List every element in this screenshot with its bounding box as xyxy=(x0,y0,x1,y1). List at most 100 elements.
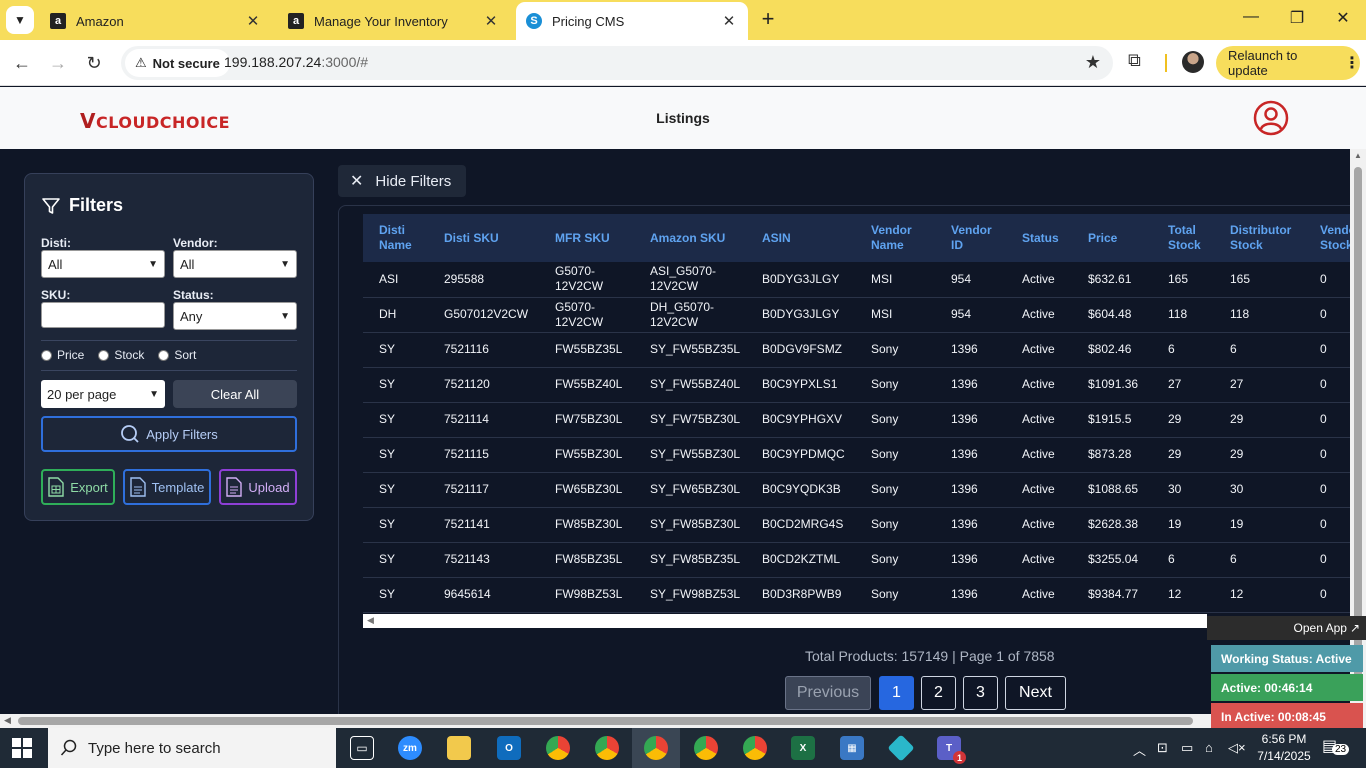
table-row[interactable]: ASI 295588 G5070-12V2CW ASI_G5070-12V2CW B0D… xyxy=(363,262,1350,297)
column-header[interactable]: Price xyxy=(1072,214,1152,262)
teams-app-icon[interactable]: T1 xyxy=(937,736,966,764)
chrome-app-icon[interactable] xyxy=(694,736,718,760)
radio-price[interactable]: Price xyxy=(41,348,84,362)
notification-center-icon[interactable]: ▤ 23 xyxy=(1322,736,1352,758)
tray-camera-icon[interactable]: ⊡ xyxy=(1157,740,1168,756)
table-cell: 30 xyxy=(1168,482,1182,496)
chrome-app-icon[interactable] xyxy=(546,736,570,760)
tray-chevron-up-icon[interactable]: ︿ xyxy=(1133,740,1146,759)
profile-avatar[interactable] xyxy=(1182,51,1204,73)
table-row[interactable]: SY 7521115 FW55BZ30L SY_FW55BZ30L B0C9YPDMQC… xyxy=(363,437,1350,472)
clear-all-button[interactable]: Clear All xyxy=(173,380,297,408)
column-header[interactable]: MFR SKU xyxy=(539,214,634,262)
page-2-button[interactable]: 2 xyxy=(921,676,956,710)
status-select[interactable]: Any ▼ xyxy=(173,302,297,330)
app-diamond-icon[interactable] xyxy=(887,734,915,762)
listings-table-scroll[interactable]: Disti Name Disti SKU MFR SKU Amazon SKU … xyxy=(363,214,1350,614)
column-header[interactable]: Total Stock xyxy=(1152,214,1214,262)
radio-stock-label: Stock xyxy=(114,348,145,362)
address-bar[interactable]: ⚠ Not secure 199.188.207.24:3000/# ★ xyxy=(121,46,1113,80)
next-page-button[interactable]: Next xyxy=(1005,676,1066,710)
window-close-icon[interactable]: ✕ xyxy=(1328,8,1358,28)
radio-circle[interactable] xyxy=(98,349,110,361)
windows-start-icon[interactable] xyxy=(12,738,32,758)
table-row[interactable]: SY 9645614 FW98BZ53L SY_FW98BZ53L B0D3R8PWB9… xyxy=(363,577,1350,612)
column-header[interactable]: Vendor ID xyxy=(935,214,1006,262)
table-row[interactable]: SY 7521143 FW85BZ35L SY_FW85BZ35L B0CD2KZTML… xyxy=(363,542,1350,577)
chrome-app-icon[interactable] xyxy=(743,736,767,760)
table-cell: 0 xyxy=(1320,342,1327,356)
table-row[interactable]: SY 7521114 FW75BZ30L SY_FW75BZ30L B0C9YPHGXV… xyxy=(363,402,1350,437)
template-button[interactable]: Template xyxy=(123,469,211,505)
radio-circle[interactable] xyxy=(158,349,170,361)
restore-icon[interactable]: ❐ xyxy=(1282,8,1312,28)
calculator-app-icon[interactable]: ▦ xyxy=(840,736,864,760)
radio-circle[interactable] xyxy=(41,349,52,361)
column-header[interactable]: Vendor Name xyxy=(855,214,935,262)
taskbar-search-input[interactable]: Type here to search xyxy=(48,728,336,768)
apply-filters-button[interactable]: Apply Filters xyxy=(41,416,297,452)
column-header[interactable]: Disti SKU xyxy=(428,214,539,262)
relaunch-to-update-button[interactable]: Relaunch to update ⋮ xyxy=(1216,46,1360,80)
scroll-left-arrow-icon[interactable]: ◀ xyxy=(367,615,374,626)
new-tab-plus-icon[interactable]: + xyxy=(758,8,778,30)
reload-icon[interactable]: ↻ xyxy=(81,51,107,75)
excel-app-icon[interactable]: X xyxy=(791,736,815,760)
column-header[interactable]: Amazon SKU xyxy=(634,214,746,262)
extensions-puzzle-icon[interactable]: ⧉ xyxy=(1128,50,1141,71)
chrome-app-icon[interactable] xyxy=(595,736,619,760)
previous-page-button[interactable]: Previous xyxy=(785,676,871,710)
bookmark-star-icon[interactable]: ★ xyxy=(1085,52,1101,73)
page-3-button[interactable]: 3 xyxy=(963,676,998,710)
zoom-app-icon[interactable]: zm xyxy=(398,736,422,760)
table-row[interactable]: DH G507012V2CW G5070-12V2CW DH_G5070-12V2CW… xyxy=(363,297,1350,332)
forward-arrow-icon[interactable]: → xyxy=(45,51,71,75)
network-icon[interactable]: ⌂ xyxy=(1205,740,1213,755)
table-row[interactable]: SY 7521120 FW55BZ40L SY_FW55BZ40L B0C9YPXLS1… xyxy=(363,367,1350,402)
open-app-button[interactable]: Open App ↗ xyxy=(1207,616,1366,640)
file-explorer-icon[interactable] xyxy=(447,736,471,760)
vendor-select[interactable]: All ▼ xyxy=(173,250,297,278)
radio-stock[interactable]: Stock xyxy=(98,348,144,362)
speaker-muted-icon[interactable]: ◁× xyxy=(1228,740,1246,756)
url-text[interactable]: 199.188.207.24:3000/# xyxy=(224,54,368,70)
close-icon[interactable]: ✕ xyxy=(244,12,262,30)
back-arrow-icon[interactable]: ← xyxy=(9,51,35,75)
tab-search-button[interactable]: ▼ xyxy=(6,6,34,34)
hide-filters-button[interactable]: ✕ Hide Filters xyxy=(338,165,466,197)
column-header[interactable]: Status xyxy=(1006,214,1072,262)
tab-pricing-cms[interactable]: S Pricing CMS ✕ xyxy=(516,2,748,40)
column-header[interactable]: Disti Name xyxy=(363,214,428,262)
upload-button[interactable]: Upload xyxy=(219,469,297,505)
sku-input[interactable] xyxy=(41,302,165,328)
table-row[interactable]: SY 7521117 FW65BZ30L SY_FW65BZ30L B0C9YQDK3B… xyxy=(363,472,1350,507)
task-view-icon[interactable]: ▭ xyxy=(350,736,374,760)
column-header[interactable]: Distributor Stock xyxy=(1214,214,1304,262)
table-row[interactable]: SY 7521141 FW85BZ30L SY_FW85BZ30L B0CD2MRG4S… xyxy=(363,507,1350,542)
scroll-left-arrow-icon[interactable]: ◀ xyxy=(4,715,11,726)
table-horizontal-scrollbar[interactable]: ◀ xyxy=(363,614,1207,628)
taskbar-clock[interactable]: 6:56 PM 7/14/2025 xyxy=(1254,731,1314,765)
chrome-app-icon[interactable] xyxy=(644,736,668,760)
scrollbar-thumb[interactable] xyxy=(18,717,1193,725)
outlook-app-icon[interactable]: O xyxy=(497,736,521,760)
disti-select[interactable]: All ▼ xyxy=(41,250,165,278)
minimize-icon[interactable]: — xyxy=(1236,8,1266,26)
export-button[interactable]: Export xyxy=(41,469,115,505)
table-row[interactable]: SY 7521116 FW55BZ35L SY_FW55BZ35L B0DGV9FSMZ… xyxy=(363,332,1350,367)
table-cell: SY xyxy=(379,377,396,391)
security-chip[interactable]: ⚠ Not secure xyxy=(125,49,230,77)
user-account-icon[interactable] xyxy=(1253,100,1289,136)
tab-manage-inventory[interactable]: a Manage Your Inventory ✕ xyxy=(278,4,510,38)
close-icon[interactable]: ✕ xyxy=(720,12,738,30)
battery-icon[interactable]: ▭ xyxy=(1181,740,1193,756)
page-1-button[interactable]: 1 xyxy=(879,676,914,710)
tab-amazon[interactable]: a Amazon ✕ xyxy=(40,4,272,38)
column-header[interactable]: Vendor Stock xyxy=(1304,214,1350,262)
close-icon[interactable]: ✕ xyxy=(482,12,500,30)
radio-sort[interactable]: Sort xyxy=(158,348,196,362)
per-page-select[interactable]: 20 per page ▼ xyxy=(41,380,165,408)
scroll-up-arrow-icon[interactable]: ▲ xyxy=(1354,151,1362,160)
page-horizontal-scrollbar[interactable]: ◀ xyxy=(0,714,1366,728)
column-header[interactable]: ASIN xyxy=(746,214,855,262)
